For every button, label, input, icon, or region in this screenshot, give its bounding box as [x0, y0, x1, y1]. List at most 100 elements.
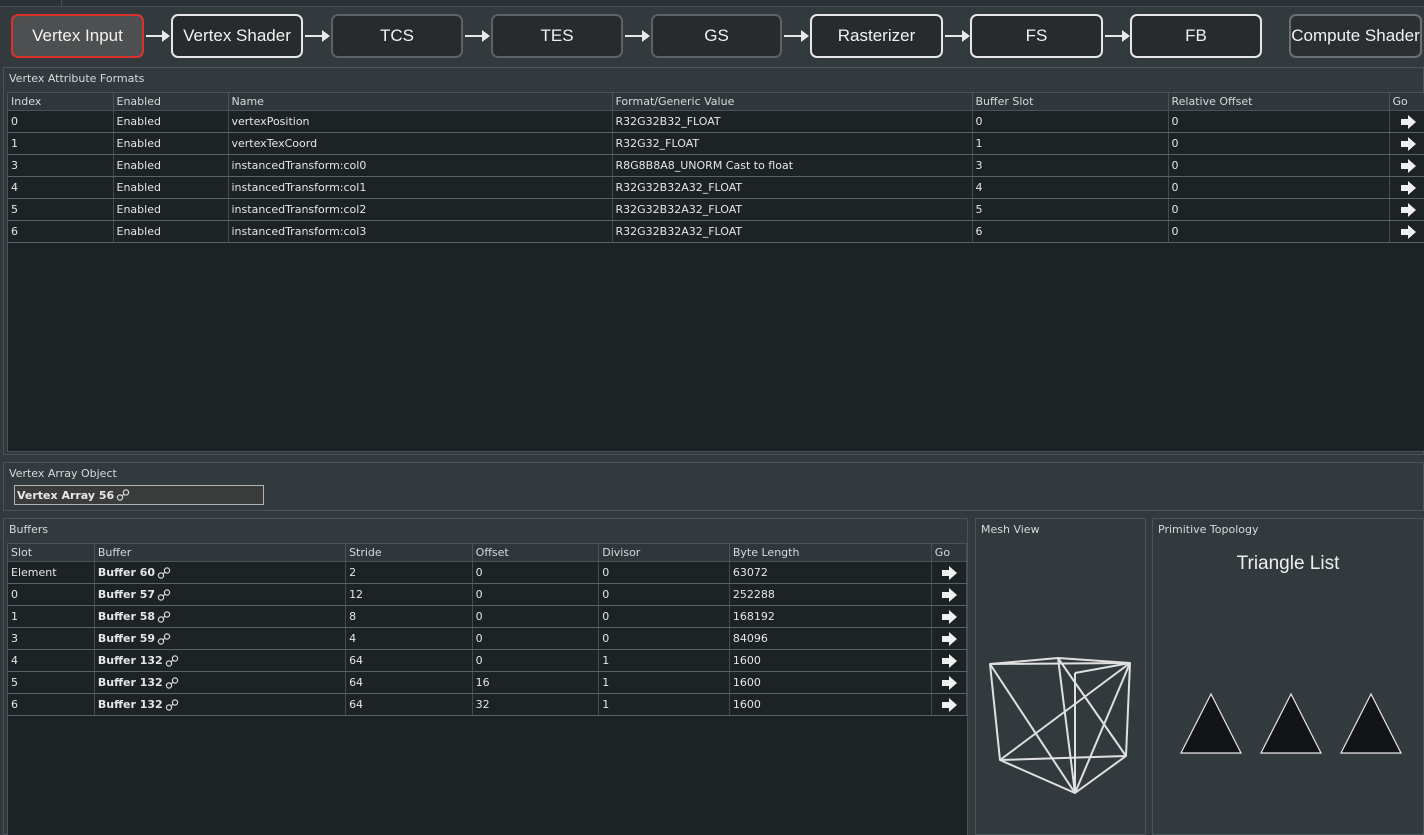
link-icon[interactable] [157, 566, 171, 579]
pipeline-arrow-icon [146, 28, 170, 44]
go-arrow-icon[interactable] [1400, 180, 1416, 195]
go-arrow-icon[interactable] [941, 609, 957, 624]
table-cell: Enabled [113, 132, 229, 155]
go-arrow-icon[interactable] [941, 697, 957, 712]
link-icon[interactable] [165, 654, 179, 667]
table-cell: 5 [8, 671, 95, 694]
table-row[interactable]: 5 Buffer 132 64 16 1 1600 [8, 671, 968, 694]
go-cell[interactable] [931, 561, 968, 584]
link-icon[interactable] [116, 489, 130, 501]
go-arrow-icon[interactable] [941, 587, 957, 602]
table-row[interactable]: 0 Enabled vertexPosition R32G32B32_FLOAT 0 0 [8, 110, 1424, 133]
go-arrow-icon[interactable] [1400, 158, 1416, 173]
table-row[interactable]: 4 Buffer 132 64 0 1 1600 [8, 649, 968, 672]
table-row[interactable]: 3 Enabled instancedTransform:col0 R8G8B8A8_… [8, 154, 1424, 177]
table-row[interactable]: 6 Enabled instancedTransform:col3 R32G32B32… [8, 220, 1424, 243]
column-header[interactable]: Offset [472, 544, 600, 562]
link-icon[interactable] [157, 588, 171, 601]
go-cell[interactable] [931, 605, 968, 628]
go-arrow-icon[interactable] [1400, 224, 1416, 239]
table-cell: R32G32B32A32_FLOAT [612, 220, 973, 243]
table-cell: 63072 [729, 561, 932, 584]
stage-fs[interactable]: FS [970, 14, 1103, 58]
go-cell[interactable] [1389, 220, 1424, 243]
stage-vertex-input[interactable]: Vertex Input [11, 14, 144, 58]
stage-fb[interactable]: FB [1130, 14, 1262, 58]
pipeline-flowchart: Vertex Input Vertex Shader TCS TES GS Ra… [0, 7, 1424, 67]
go-arrow-icon[interactable] [941, 653, 957, 668]
go-cell[interactable] [1389, 110, 1424, 133]
stage-tcs[interactable]: TCS [331, 14, 463, 58]
go-cell[interactable] [1389, 132, 1424, 155]
table-cell: instancedTransform:col2 [228, 198, 613, 221]
buffers-table: Slot Buffer Stride Offset Divisor Byte L… [8, 544, 968, 716]
link-icon[interactable] [165, 698, 179, 711]
column-header[interactable]: Go [1389, 93, 1424, 111]
go-arrow-icon[interactable] [1400, 114, 1416, 129]
table-row[interactable]: 1 Buffer 58 8 0 0 168192 [8, 605, 968, 628]
link-icon[interactable] [157, 632, 171, 645]
go-cell[interactable] [931, 583, 968, 606]
table-cell: 0 [598, 627, 730, 650]
table-row[interactable]: 1 Enabled vertexTexCoord R32G32_FLOAT 1 0 [8, 132, 1424, 155]
stage-rasterizer[interactable]: Rasterizer [810, 14, 943, 58]
table-row[interactable]: 3 Buffer 59 4 0 0 84096 [8, 627, 968, 650]
table-cell: 8 [345, 605, 473, 628]
go-cell[interactable] [1389, 198, 1424, 221]
go-cell[interactable] [1389, 154, 1424, 177]
vertex-array-object-field[interactable]: Vertex Array 56 [14, 485, 264, 505]
link-icon[interactable] [157, 610, 171, 623]
table-row[interactable]: 0 Buffer 57 12 0 0 252288 [8, 583, 968, 606]
table-cell: instancedTransform:col3 [228, 220, 613, 243]
go-arrow-icon[interactable] [1400, 202, 1416, 217]
link-icon[interactable] [165, 676, 179, 689]
stage-tes[interactable]: TES [491, 14, 623, 58]
column-header[interactable]: Stride [345, 544, 473, 562]
tab-stub[interactable] [0, 0, 62, 6]
column-header[interactable]: Slot [8, 544, 95, 562]
table-cell: 4 [972, 176, 1169, 199]
table-cell: 1600 [729, 671, 932, 694]
table-cell: 64 [345, 693, 473, 716]
column-header[interactable]: Index [8, 93, 114, 111]
table-cell: 4 [8, 649, 95, 672]
triangle-list-icon [1180, 692, 1402, 754]
go-arrow-icon[interactable] [1400, 136, 1416, 151]
table-cell: 64 [345, 671, 473, 694]
table-cell: Enabled [113, 110, 229, 133]
column-header[interactable]: Divisor [598, 544, 730, 562]
column-header[interactable]: Enabled [113, 93, 229, 111]
table-row[interactable]: 5 Enabled instancedTransform:col2 R32G32B32… [8, 198, 1424, 221]
go-arrow-icon[interactable] [941, 631, 957, 646]
table-cell: Element [8, 561, 95, 584]
go-arrow-icon[interactable] [941, 565, 957, 580]
stage-gs[interactable]: GS [651, 14, 782, 58]
go-cell[interactable] [931, 627, 968, 650]
mesh-preview-thumbnail[interactable] [976, 519, 1147, 835]
go-cell[interactable] [931, 693, 968, 716]
column-header[interactable]: Buffer Slot [972, 93, 1169, 111]
column-header[interactable]: Buffer [94, 544, 347, 562]
pipeline-arrow-icon [784, 28, 809, 44]
buffer-name: Buffer 59 [97, 631, 156, 645]
table-cell: 3 [8, 154, 114, 177]
column-header[interactable]: Byte Length [729, 544, 932, 562]
buffer-name: Buffer 132 [97, 653, 163, 667]
buffer-name: Buffer 132 [97, 675, 163, 689]
go-cell[interactable] [931, 671, 968, 694]
go-cell[interactable] [1389, 176, 1424, 199]
go-cell[interactable] [931, 649, 968, 672]
stage-compute-shader[interactable]: Compute Shader [1289, 14, 1422, 58]
table-row[interactable]: 4 Enabled instancedTransform:col1 R32G32B32… [8, 176, 1424, 199]
table-header: Index Enabled Name Format/Generic Value … [8, 93, 1424, 111]
go-arrow-icon[interactable] [941, 675, 957, 690]
column-header[interactable]: Name [228, 93, 613, 111]
table-row[interactable]: 6 Buffer 132 64 32 1 1600 [8, 693, 968, 716]
column-header[interactable]: Go [931, 544, 968, 562]
table-row[interactable]: Element Buffer 60 2 0 0 63072 [8, 561, 968, 584]
buffers-table-container: Slot Buffer Stride Offset Divisor Byte L… [7, 543, 968, 835]
stage-vertex-shader[interactable]: Vertex Shader [171, 14, 303, 58]
table-cell: 0 [8, 583, 95, 606]
column-header[interactable]: Format/Generic Value [612, 93, 973, 111]
column-header[interactable]: Relative Offset [1168, 93, 1390, 111]
